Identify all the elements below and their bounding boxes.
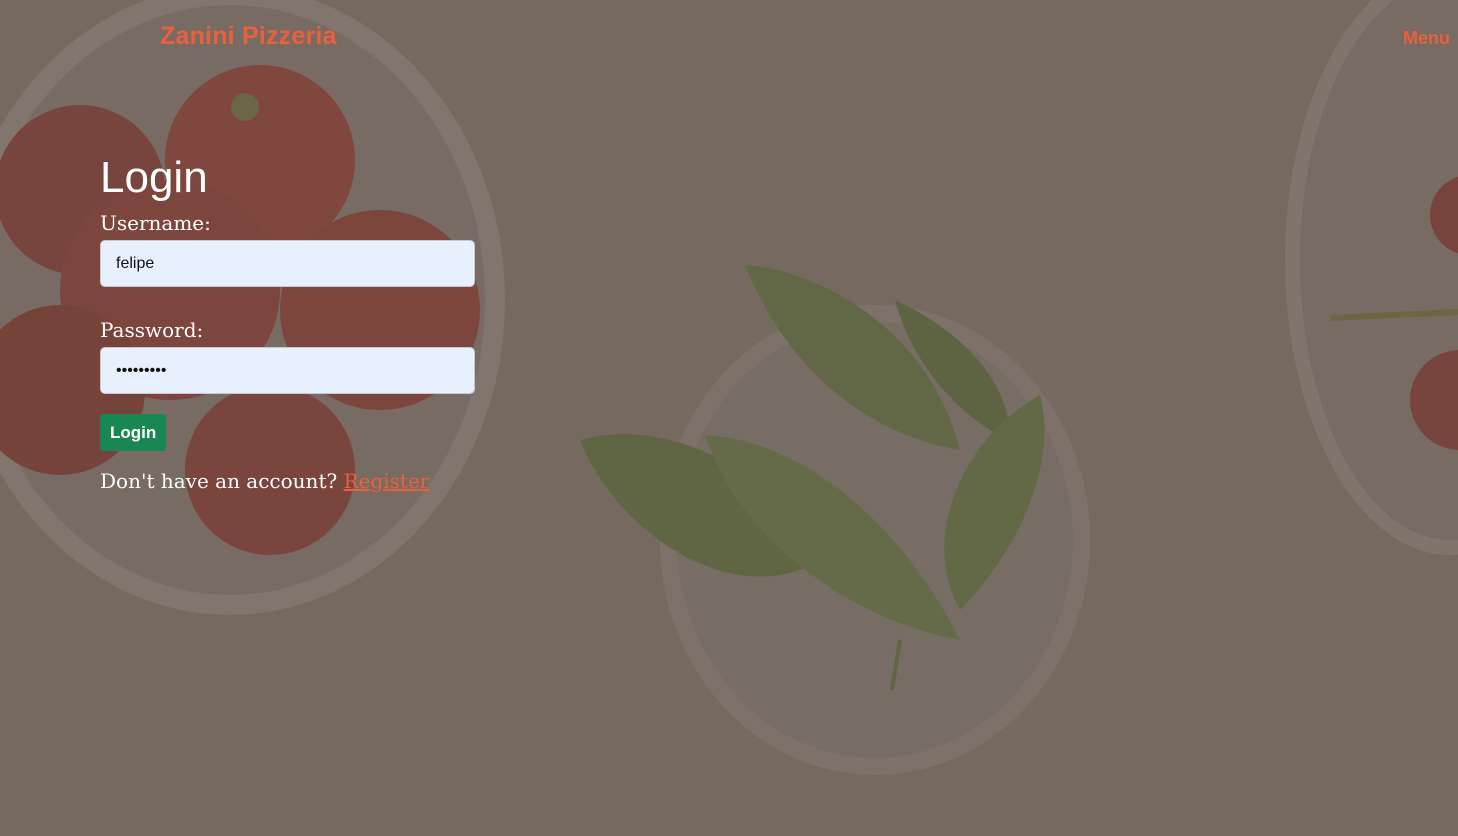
brand-link[interactable]: Zanini Pizzeria (160, 22, 337, 51)
menu-link[interactable]: Menu (1403, 28, 1450, 49)
login-button[interactable]: Login (100, 414, 167, 451)
password-label: Password: (100, 318, 204, 342)
login-form: Login Username: Password: Login Don't ha… (100, 150, 480, 493)
username-label: Username: (100, 211, 211, 235)
username-input[interactable] (100, 240, 475, 287)
register-prompt: Don't have an account? Register (100, 469, 480, 493)
no-account-text: Don't have an account? (100, 469, 338, 493)
page-title: Login (100, 153, 208, 202)
register-link[interactable]: Register (344, 469, 430, 493)
password-input[interactable] (100, 347, 475, 394)
